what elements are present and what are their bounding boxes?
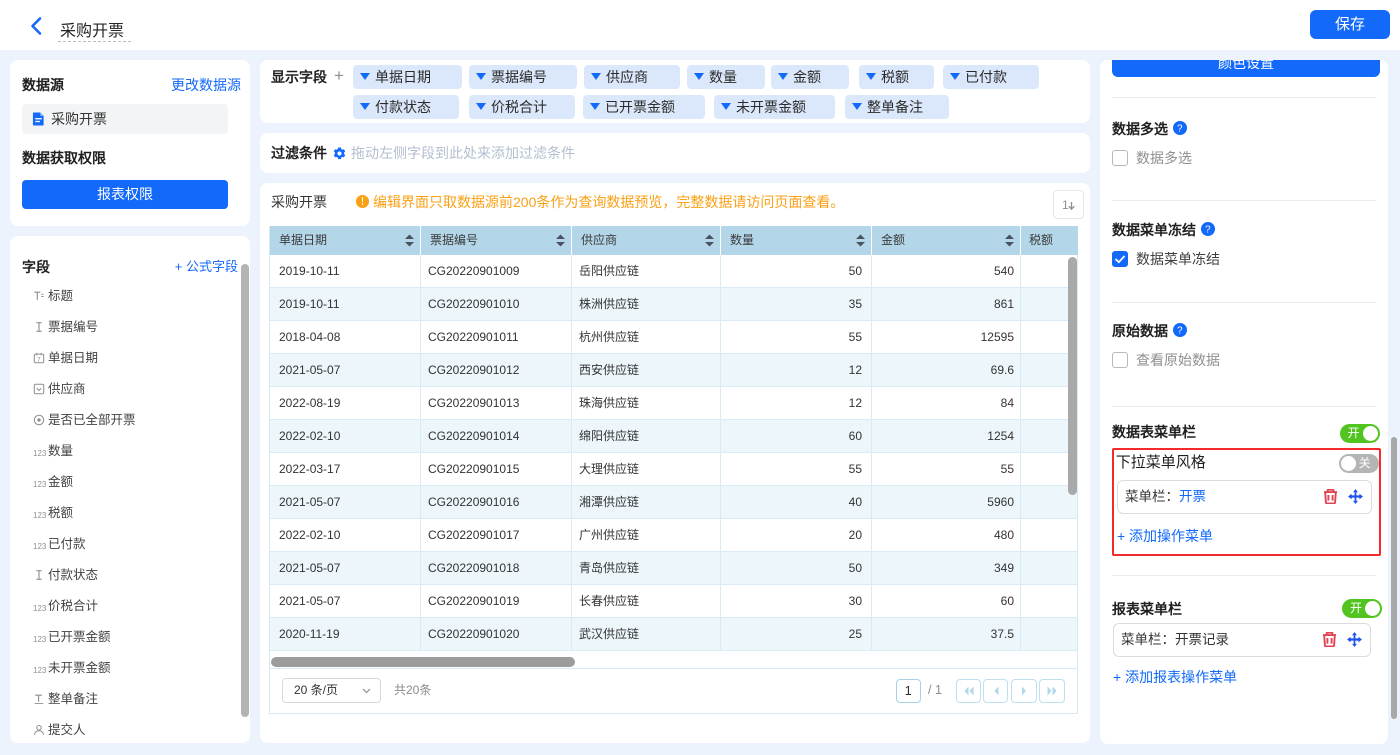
svg-text:?: ? — [1177, 326, 1183, 337]
svg-text:?: ? — [1205, 225, 1211, 236]
svg-text:?: ? — [1177, 124, 1183, 135]
svg-text:1: 1 — [1062, 198, 1069, 212]
